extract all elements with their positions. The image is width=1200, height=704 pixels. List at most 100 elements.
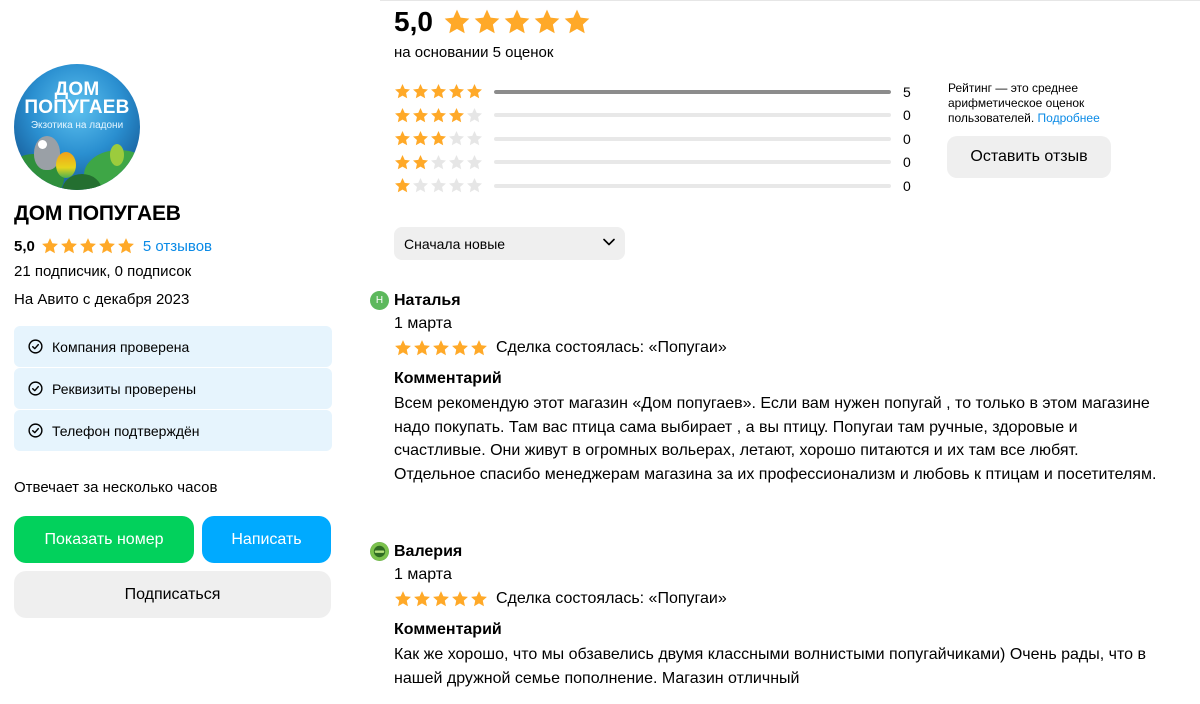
star-filled-icon xyxy=(444,9,470,34)
review-date: 1 марта xyxy=(394,315,452,332)
row-stars xyxy=(394,130,494,147)
star-filled-icon xyxy=(504,9,530,34)
distribution-row-2: 0 xyxy=(394,151,924,175)
distribution-bar xyxy=(494,160,891,165)
star-filled-icon xyxy=(413,107,428,123)
verification-item-company: Компания проверена xyxy=(14,326,332,367)
distribution-row-1: 0 xyxy=(394,174,924,198)
distribution-bar xyxy=(494,136,891,141)
deal-text: Сделка состоялась: «Попугаи» xyxy=(496,339,727,356)
sort-select[interactable]: Сначала новые xyxy=(394,227,625,260)
star-filled-icon xyxy=(395,340,411,356)
reviewer-name[interactable]: Наталья xyxy=(394,292,461,310)
average-rating: 5,0 xyxy=(394,6,591,38)
star-filled-icon xyxy=(471,340,487,356)
subscribe-button[interactable]: Подписаться xyxy=(14,571,331,618)
star-filled-icon xyxy=(60,238,77,254)
reviewer-avatar[interactable]: Н xyxy=(370,291,389,310)
star-filled-icon xyxy=(41,238,58,254)
star-filled-icon xyxy=(395,178,410,193)
avatar-parrot-green xyxy=(110,144,124,166)
star-empty-icon xyxy=(431,178,446,193)
check-circle-icon xyxy=(28,423,43,438)
star-filled-icon xyxy=(395,107,410,123)
star-empty-icon xyxy=(449,154,464,170)
distribution-row-4: 0 xyxy=(394,104,924,128)
star-filled-icon xyxy=(414,340,430,356)
verification-item-requisites: Реквизиты проверены xyxy=(14,368,332,409)
comment-text: Как же хорошо, что мы обзавелись двумя к… xyxy=(394,646,1146,687)
reviewer-avatar-icon xyxy=(370,542,389,561)
distribution-bar xyxy=(494,113,891,118)
star-filled-icon xyxy=(433,591,449,607)
row-stars xyxy=(394,83,494,100)
star-filled-icon xyxy=(117,238,134,254)
sort-select-value: Сначала новые xyxy=(404,235,506,252)
row-stars xyxy=(394,154,494,171)
avatar-parrot-sun xyxy=(56,152,76,178)
average-rating-value: 5,0 xyxy=(394,6,433,37)
write-button[interactable]: Написать xyxy=(202,516,331,563)
star-empty-icon xyxy=(449,131,464,146)
rating-value: 5,0 xyxy=(14,237,35,255)
star-filled-icon xyxy=(449,84,464,99)
star-empty-icon xyxy=(449,178,464,193)
review-date: 1 марта xyxy=(394,566,452,583)
verification-label: Телефон подтверждён xyxy=(52,422,200,439)
star-empty-icon xyxy=(467,178,482,193)
star-filled-icon xyxy=(414,591,430,607)
reviewer-avatar[interactable] xyxy=(370,542,389,561)
star-filled-icon xyxy=(452,340,468,356)
star-empty-icon xyxy=(431,154,446,170)
review-header: Н Наталья xyxy=(370,291,461,310)
deal-text: Сделка состоялась: «Попугаи» xyxy=(496,590,727,607)
star-filled-icon xyxy=(474,9,500,34)
seller-avatar[interactable]: ДОМ ПОПУГАЕВ Экзотика на ладони xyxy=(14,64,140,190)
distribution-count: 0 xyxy=(903,154,911,171)
star-filled-icon xyxy=(431,131,446,146)
comment-title: Комментарий xyxy=(394,370,502,387)
star-filled-icon xyxy=(564,9,590,34)
verification-list: Компания проверена Реквизиты проверены Т… xyxy=(14,326,332,452)
star-filled-icon xyxy=(413,131,428,146)
star-filled-icon xyxy=(431,107,446,123)
verification-label: Реквизиты проверены xyxy=(52,380,197,397)
reviewer-name[interactable]: Валерия xyxy=(394,543,462,561)
reviews-link[interactable]: 5 отзывов xyxy=(143,238,212,255)
review-header: Валерия xyxy=(370,542,462,561)
distribution-count: 0 xyxy=(903,130,911,147)
distribution-count: 5 xyxy=(903,83,911,100)
logo-tagline: Экзотика на ладони xyxy=(30,120,124,131)
review-deal: Сделка состоялась: «Попугаи» xyxy=(394,339,727,357)
response-time-text: Отвечает за несколько часов xyxy=(14,479,218,496)
verification-item-phone: Телефон подтверждён xyxy=(14,410,332,451)
distribution-bar xyxy=(494,183,891,188)
comment-text: Всем рекомендую этот магазин «Дом попуга… xyxy=(394,395,1157,483)
star-filled-icon xyxy=(452,591,468,607)
comment-title: Комментарий xyxy=(394,621,502,638)
star-filled-icon xyxy=(395,591,411,607)
star-filled-icon xyxy=(431,84,446,99)
logo-text: ДОМ ПОПУГАЕВ xyxy=(24,79,130,118)
show-number-button[interactable]: Показать номер xyxy=(14,516,194,563)
review-stars xyxy=(394,339,488,357)
star-empty-icon xyxy=(467,131,482,146)
verification-label: Компания проверена xyxy=(52,338,190,355)
rating-note-link[interactable]: Подробнее xyxy=(1038,111,1100,125)
chevron-down-icon xyxy=(603,238,615,246)
leave-review-button[interactable]: Оставить отзыв xyxy=(947,136,1111,178)
row-stars xyxy=(394,177,494,194)
subscribers-text: 21 подписчик, 0 подписок xyxy=(14,263,192,280)
seller-name[interactable]: ДОМ ПОПУГАЕВ xyxy=(14,202,181,226)
distribution-row-5: 5 xyxy=(394,80,924,104)
avatar-parrot-face xyxy=(38,140,47,149)
distribution-bar xyxy=(494,89,891,94)
check-circle-icon xyxy=(28,339,43,354)
star-empty-icon xyxy=(467,107,482,123)
star-filled-icon xyxy=(449,107,464,123)
row-stars xyxy=(394,107,494,124)
star-filled-icon xyxy=(395,84,410,99)
star-filled-icon xyxy=(395,154,410,170)
star-filled-icon xyxy=(413,84,428,99)
star-filled-icon xyxy=(534,9,560,34)
